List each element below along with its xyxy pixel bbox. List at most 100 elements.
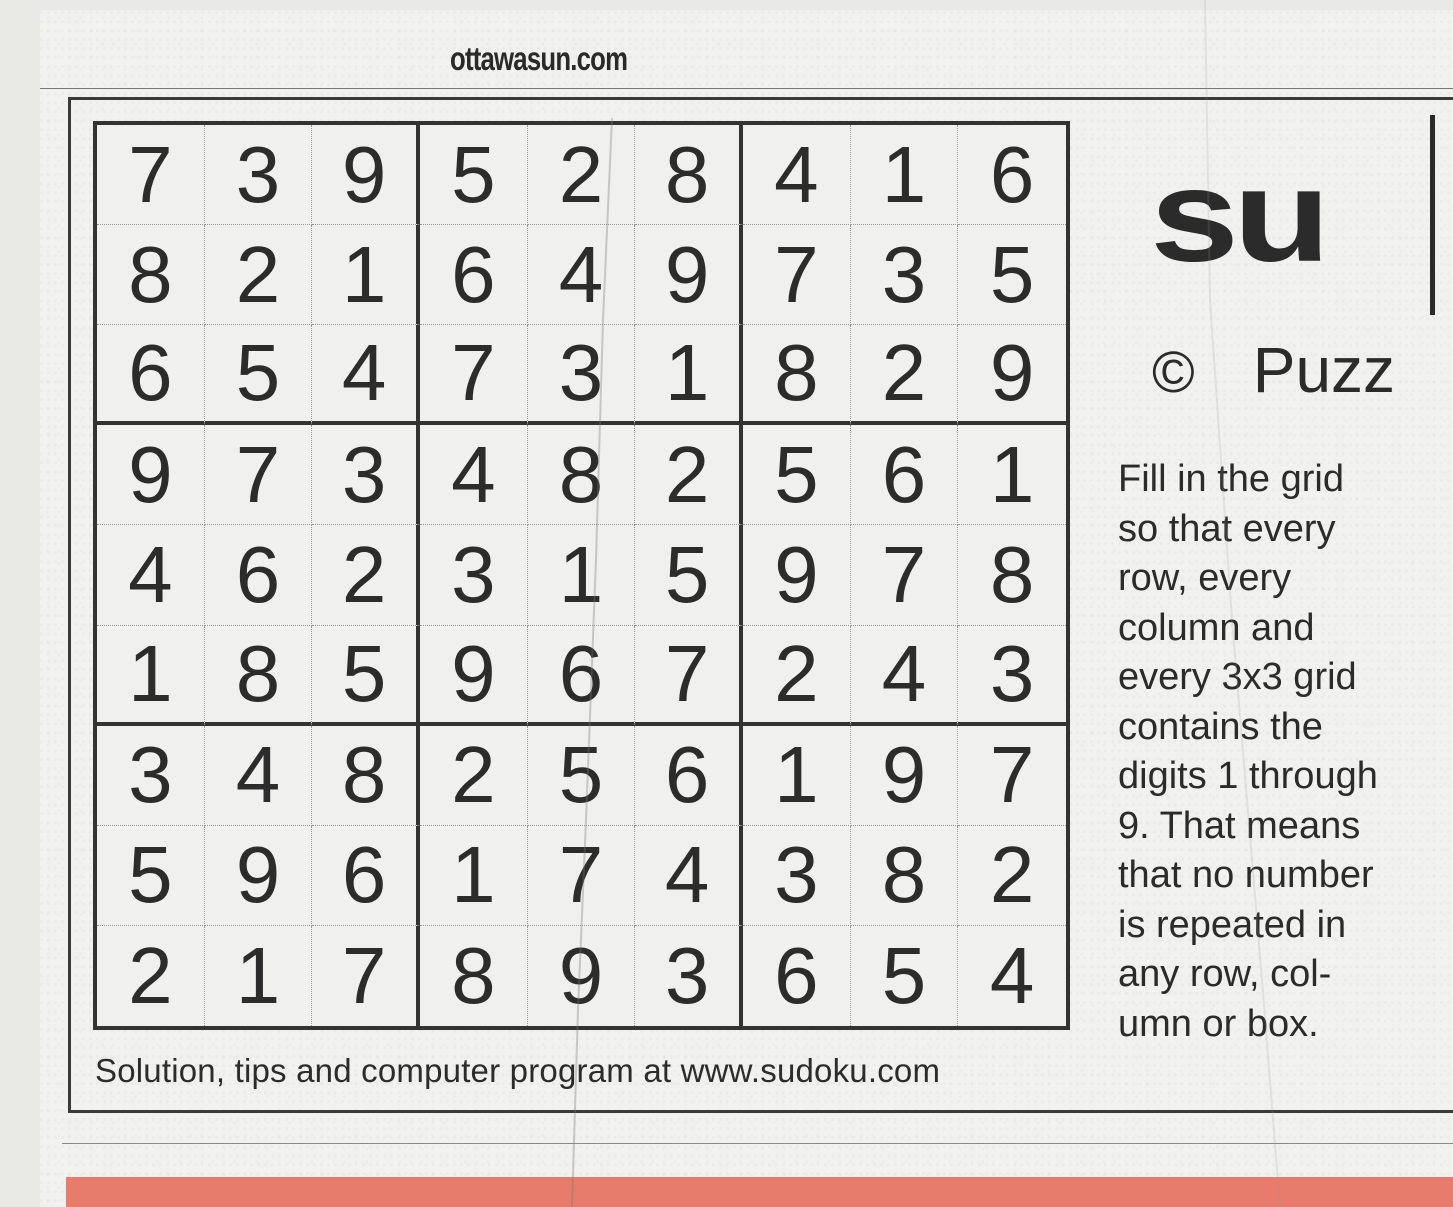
grid-cell: 5 bbox=[527, 725, 636, 826]
grid-cell: 3 bbox=[97, 725, 205, 826]
grid-cell: 3 bbox=[527, 325, 636, 426]
grid-cell: 1 bbox=[205, 925, 313, 1026]
grid-cell: 7 bbox=[850, 525, 959, 626]
grid-cell: 2 bbox=[635, 425, 743, 526]
grid-cell: 8 bbox=[850, 825, 959, 926]
grid-cell: 5 bbox=[851, 925, 959, 1026]
instruction-line: so that every bbox=[1118, 507, 1336, 550]
grid-cell: 7 bbox=[419, 325, 528, 426]
grid-cell: 4 bbox=[850, 625, 959, 726]
bottom-divider bbox=[62, 1143, 1453, 1144]
grid-cell: 2 bbox=[527, 125, 636, 226]
masthead: ottawasun.com bbox=[450, 40, 628, 77]
sudoku-grid: 7395284168216497356547318299734825614623… bbox=[93, 121, 1070, 1030]
grid-cell: 3 bbox=[635, 925, 743, 1026]
grid-cell: 1 bbox=[635, 325, 743, 426]
grid-cell: 8 bbox=[958, 525, 1066, 626]
grid-cell: 4 bbox=[312, 325, 420, 426]
grid-cell: 2 bbox=[850, 325, 959, 426]
grid-cell: 5 bbox=[635, 525, 743, 626]
grid-cell: 2 bbox=[312, 525, 420, 626]
grid-cell: 6 bbox=[419, 225, 528, 326]
grid-cell: 2 bbox=[204, 225, 313, 326]
grid-cell: 3 bbox=[850, 225, 959, 326]
grid-cell: 6 bbox=[204, 525, 313, 626]
grid-cell: 1 bbox=[312, 225, 420, 326]
grid-cell: 1 bbox=[527, 525, 636, 626]
red-banner bbox=[66, 1177, 1453, 1207]
grid-cell: 3 bbox=[958, 626, 1066, 726]
grid-cell: 6 bbox=[850, 425, 959, 526]
grid-cell: 9 bbox=[312, 125, 420, 226]
grid-cell: 7 bbox=[527, 825, 636, 926]
sudoku-logo: su bbox=[1150, 141, 1331, 289]
instruction-line: Fill in the grid bbox=[1118, 458, 1344, 500]
grid-cell: 1 bbox=[419, 825, 528, 926]
instructions: Fill in the grid so that every row, every c… bbox=[1118, 455, 1448, 1049]
grid-cell: 7 bbox=[312, 925, 420, 1026]
grid-cell: 7 bbox=[204, 425, 313, 526]
grid-cell: 4 bbox=[419, 425, 528, 526]
grid-cell: 9 bbox=[204, 825, 313, 926]
grid-cell: 4 bbox=[204, 725, 313, 826]
grid-cell: 4 bbox=[742, 125, 851, 226]
grid-cell: 8 bbox=[635, 125, 743, 226]
grid-cell: 3 bbox=[204, 125, 313, 226]
logo-divider bbox=[1430, 115, 1435, 315]
grid-cell: 5 bbox=[204, 325, 313, 426]
solution-note: Solution, tips and computer program at w… bbox=[95, 1052, 941, 1089]
grid-cell: 8 bbox=[420, 925, 528, 1026]
grid-cell: 8 bbox=[97, 225, 205, 326]
grid-cell: 9 bbox=[850, 725, 959, 826]
instruction-line: that no number bbox=[1118, 854, 1374, 896]
grid-cell: 6 bbox=[743, 925, 851, 1026]
grid-cell: 5 bbox=[312, 625, 420, 726]
grid-cell: 9 bbox=[528, 925, 636, 1026]
grid-cell: 5 bbox=[742, 425, 851, 526]
instruction-line: contains the bbox=[1118, 705, 1323, 748]
grid-cell: 4 bbox=[527, 225, 636, 326]
grid-cell: 3 bbox=[742, 825, 851, 926]
grid-cell: 1 bbox=[742, 725, 851, 826]
instruction-line: is repeated in bbox=[1118, 903, 1347, 946]
instruction-line: every 3x3 grid bbox=[1118, 656, 1357, 698]
grid-cell: 9 bbox=[958, 325, 1066, 426]
grid-cell: 8 bbox=[527, 425, 636, 526]
instruction-line: row, every bbox=[1118, 557, 1292, 599]
grid-cell: 5 bbox=[97, 825, 205, 926]
instruction-line: any row, col- bbox=[1118, 953, 1332, 995]
grid-cell: 2 bbox=[97, 925, 205, 1026]
grid-cell: 9 bbox=[419, 625, 528, 726]
top-divider bbox=[40, 88, 1453, 89]
grid-cell: 3 bbox=[312, 425, 420, 526]
grid-cell: 2 bbox=[742, 625, 851, 726]
grid-cell: 2 bbox=[419, 725, 528, 826]
grid-cell: 8 bbox=[204, 625, 313, 726]
instruction-line: column and bbox=[1118, 606, 1315, 649]
grid-cell: 6 bbox=[312, 825, 420, 926]
instruction-line: 9. That means bbox=[1118, 804, 1361, 847]
grid-cell: 9 bbox=[635, 225, 743, 326]
grid-cell: 8 bbox=[312, 725, 420, 826]
grid-cell: 8 bbox=[742, 325, 851, 426]
grid-cell: 1 bbox=[850, 125, 959, 226]
grid-cell: 6 bbox=[527, 625, 636, 726]
instruction-line: umn or box. bbox=[1118, 1002, 1319, 1045]
grid-cell: 5 bbox=[419, 125, 528, 226]
grid-cell: 4 bbox=[989, 930, 1035, 1020]
grid-cell: 7 bbox=[97, 125, 205, 226]
instruction-line: digits 1 through bbox=[1118, 755, 1378, 797]
copyright-text: Puzz bbox=[1252, 334, 1396, 406]
grid-cell: 5 bbox=[958, 225, 1066, 326]
grid-cell: 6 bbox=[97, 325, 205, 426]
copyright-icon: © bbox=[1152, 340, 1195, 405]
grid-cell: 6 bbox=[958, 125, 1066, 226]
grid-cell: 4 bbox=[97, 525, 205, 626]
grid-cell: 3 bbox=[419, 525, 528, 626]
grid-cell: 1 bbox=[958, 425, 1066, 526]
grid-cell: 2 bbox=[958, 826, 1066, 926]
grid-cell: 7 bbox=[635, 625, 743, 726]
grid-cell: 9 bbox=[742, 525, 851, 626]
grid-cell: 6 bbox=[635, 725, 743, 826]
grid-cell: 7 bbox=[958, 726, 1066, 826]
